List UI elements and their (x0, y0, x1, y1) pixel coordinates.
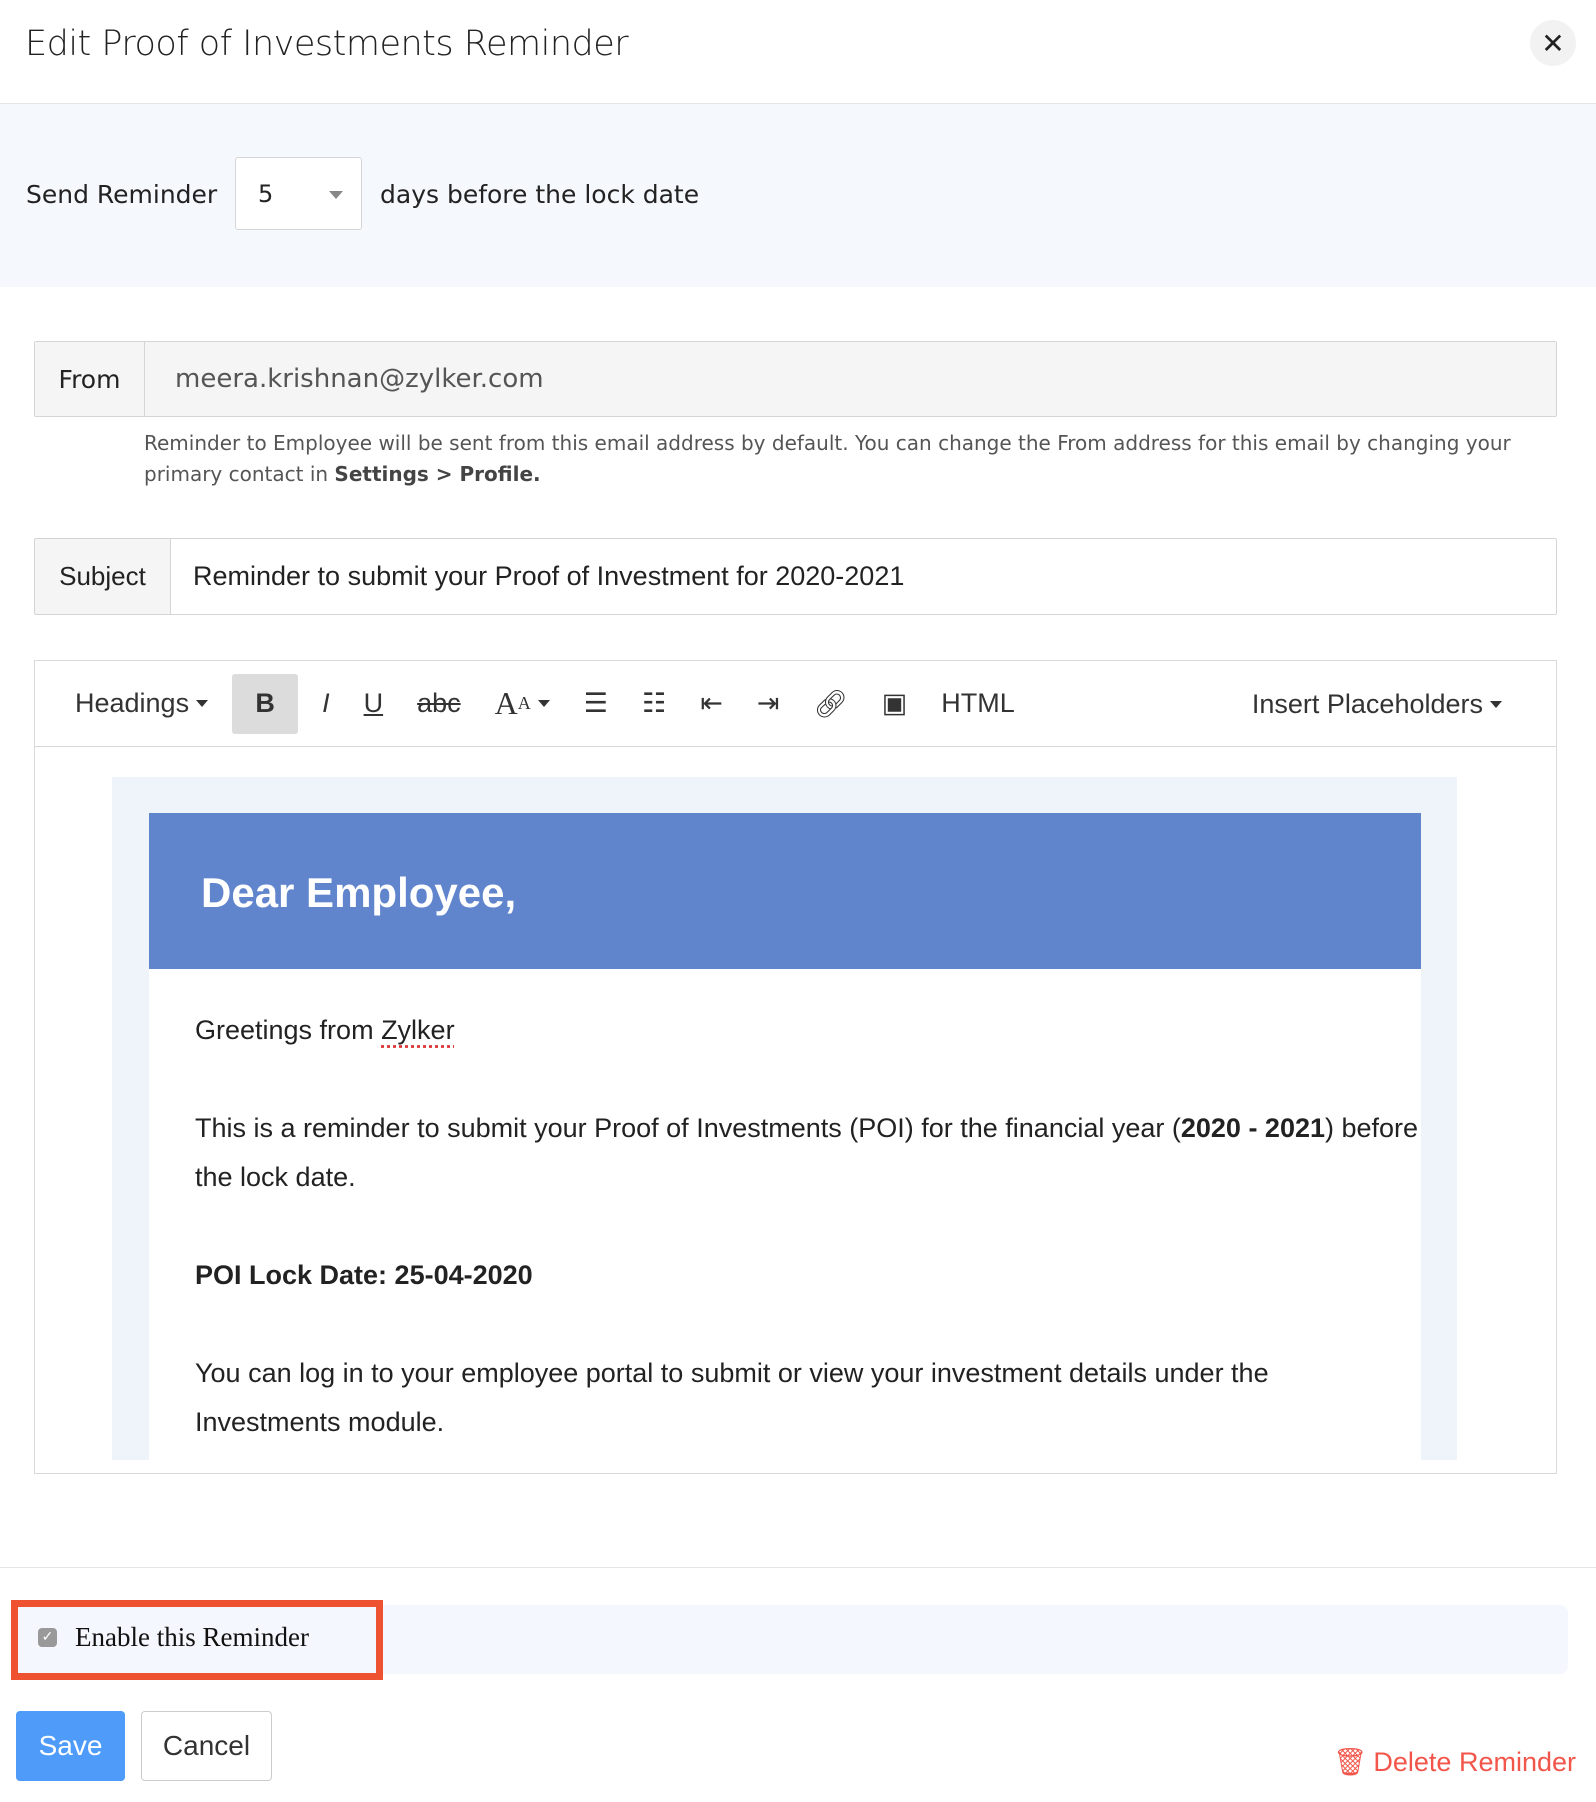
from-label: From (35, 342, 145, 416)
send-reminder-label: Send Reminder (26, 180, 218, 209)
caret-down-icon (196, 700, 209, 707)
days-select[interactable]: 5 (235, 157, 362, 230)
delete-reminder-label: Delete Reminder (1373, 1746, 1576, 1777)
subject-field[interactable]: Subject Reminder to submit your Proof of… (34, 538, 1557, 615)
numbered-list-button[interactable]: ☷ (632, 674, 676, 734)
para1-text: This is a reminder to submit your Proof … (195, 1113, 1181, 1143)
caret-down-icon (1490, 700, 1502, 708)
numbered-list-icon: ☷ (641, 688, 667, 718)
bold-icon: B (255, 688, 275, 718)
font-size-dropdown[interactable]: AA (485, 674, 560, 734)
checkbox-checked-icon[interactable]: ✓ (38, 1628, 57, 1647)
bullet-list-button[interactable]: ☰ (574, 674, 618, 734)
indent-icon: ⇥ (756, 688, 780, 718)
image-icon: ▣ (881, 688, 908, 718)
outdent-button[interactable]: ⇤ (690, 674, 733, 734)
days-suffix-label: days before the lock date (380, 180, 700, 209)
from-help-text: Reminder to Employee will be sent from t… (144, 428, 1524, 490)
close-button[interactable]: ✕ (1530, 20, 1576, 66)
bullet-list-icon: ☰ (583, 688, 608, 718)
days-value: 5 (258, 180, 274, 208)
financial-year: 2020 - 2021 (1180, 1113, 1325, 1143)
dialog-title: Edit Proof of Investments Reminder (25, 24, 629, 64)
bold-button[interactable]: B (232, 673, 299, 734)
para3-text: You can log in to your employee portal t… (195, 1358, 1269, 1437)
outdent-icon: ⇤ (700, 688, 723, 718)
greeting-text: Greetings from (195, 1015, 382, 1045)
headings-label: Headings (75, 688, 190, 718)
chevron-down-icon (329, 191, 343, 199)
trash-icon: 🗑︎ (1333, 1747, 1368, 1777)
italic-icon: I (322, 688, 330, 718)
company-name: Zylker (381, 1015, 455, 1045)
save-button[interactable]: Save (16, 1711, 125, 1781)
strikethrough-icon: abc (417, 688, 461, 718)
enable-reminder-label: Enable this Reminder (75, 1622, 309, 1652)
underline-icon: U (363, 688, 384, 718)
email-body-frame: Dear Employee, Greetings from Zylker Thi… (112, 777, 1457, 1460)
settings-profile-link: Settings > Profile. (334, 462, 541, 486)
subject-input[interactable]: Reminder to submit your Proof of Investm… (171, 539, 1556, 614)
font-size-icon: A (494, 685, 518, 721)
headings-dropdown[interactable]: Headings (65, 674, 218, 734)
caret-down-icon (537, 700, 550, 707)
footer-divider (0, 1567, 1596, 1568)
underline-button[interactable]: U (354, 674, 394, 734)
subject-label: Subject (35, 539, 171, 614)
enable-reminder-checkbox[interactable]: ✓ Enable this Reminder (38, 1622, 309, 1653)
indent-button[interactable]: ⇥ (747, 674, 790, 734)
close-icon: ✕ (1541, 27, 1565, 59)
from-value: meera.krishnan@zylker.com (145, 342, 1556, 416)
html-button[interactable]: HTML (931, 674, 1025, 734)
email-heading: Dear Employee, (149, 813, 1421, 969)
html-label: HTML (941, 688, 1015, 718)
from-field: From meera.krishnan@zylker.com (34, 341, 1557, 417)
delete-reminder-button[interactable]: 🗑︎ Delete Reminder (1333, 1746, 1576, 1778)
email-content[interactable]: Greetings from Zylker This is a reminder… (149, 969, 1421, 1460)
insert-placeholders-dropdown[interactable]: Insert Placeholders (1242, 661, 1512, 747)
editor-toolbar: Headings B I U abc AA ☰ ☷ ⇤ ⇥ 🔗︎ ▣ HTML … (35, 661, 1556, 747)
insert-placeholders-label: Insert Placeholders (1251, 688, 1483, 719)
cancel-button[interactable]: Cancel (141, 1711, 272, 1781)
strikethrough-button[interactable]: abc (407, 674, 471, 734)
italic-button[interactable]: I (312, 674, 340, 734)
image-button[interactable]: ▣ (872, 674, 918, 734)
link-icon: 🔗︎ (813, 688, 848, 719)
link-button[interactable]: 🔗︎ (803, 674, 857, 734)
lock-date: POI Lock Date: 25-04-2020 (195, 1260, 533, 1290)
rich-text-editor[interactable]: Headings B I U abc AA ☰ ☷ ⇤ ⇥ 🔗︎ ▣ HTML … (34, 660, 1557, 1474)
